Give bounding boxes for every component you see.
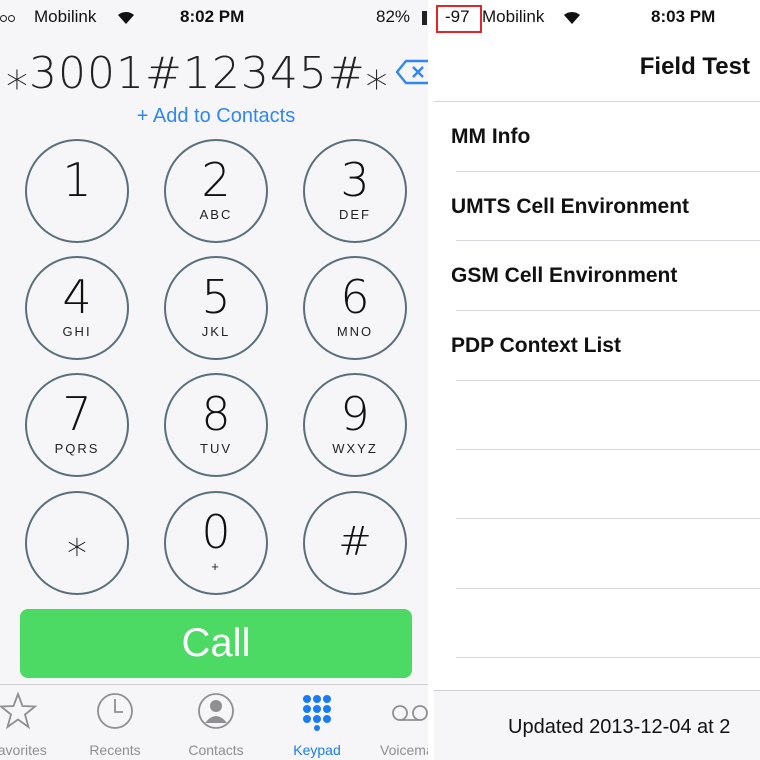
- list-item-umts-cell[interactable]: UMTS Cell Environment: [451, 195, 689, 219]
- battery-percent: 82%: [376, 7, 411, 26]
- key-digit: 1: [62, 153, 92, 207]
- key-digit: 2: [201, 153, 231, 207]
- divider: [456, 240, 760, 241]
- updated-timestamp: Updated 2013-12-04 at 2: [508, 716, 731, 738]
- key-9[interactable]: 9 WXYZ: [303, 373, 407, 477]
- key-letters: PQRS: [54, 441, 100, 456]
- key-letters: WXYZ: [332, 441, 378, 456]
- footer-bar: Updated 2013-12-04 at 2: [434, 690, 760, 760]
- key-letters: ABC: [199, 207, 233, 222]
- key-letters: DEF: [339, 207, 371, 222]
- key-digit: 4: [62, 270, 92, 324]
- divider: [456, 518, 760, 519]
- dialed-number: ⁎3001#12345#⁎: [6, 48, 389, 99]
- divider: [434, 101, 760, 102]
- carrier-name: Mobilink: [482, 7, 545, 26]
- status-bar: -97 Mobilink 8:03 PM: [434, 0, 760, 36]
- key-7[interactable]: 7 PQRS: [25, 373, 129, 477]
- divider: [456, 310, 760, 311]
- key-digit: 8: [201, 387, 231, 441]
- key-hash[interactable]: #: [303, 491, 407, 595]
- key-digit: 5: [201, 270, 231, 324]
- key-1[interactable]: 1: [25, 139, 129, 243]
- wifi-icon: [118, 11, 134, 24]
- key-digit: #: [338, 519, 372, 565]
- wifi-icon: [564, 11, 580, 24]
- status-time: 8:03 PM: [651, 7, 716, 26]
- key-digit: 9: [340, 387, 370, 441]
- key-3[interactable]: 3 DEF: [303, 139, 407, 243]
- key-digit: 7: [62, 387, 92, 441]
- divider: [456, 588, 760, 589]
- voicemail-icon: [392, 705, 428, 721]
- key-digit: 0: [201, 505, 231, 559]
- backspace-icon[interactable]: [396, 58, 428, 86]
- list-item-mm-info[interactable]: MM Info: [451, 125, 530, 149]
- key-6[interactable]: 6 MNO: [303, 256, 407, 360]
- list-item-gsm-cell[interactable]: GSM Cell Environment: [451, 264, 677, 288]
- call-button[interactable]: Call: [20, 609, 412, 678]
- key-star[interactable]: ⁎: [25, 491, 129, 595]
- status-bar: Mobilink 8:02 PM 82%: [0, 0, 428, 36]
- phone-dialer-screen: Mobilink 8:02 PM 82% ⁎3001#12345#⁎ + Add…: [0, 0, 428, 760]
- person-icon: [198, 693, 234, 729]
- key-letters: GHI: [62, 324, 92, 339]
- keypad-icon: [303, 695, 331, 731]
- key-digit: 3: [340, 153, 370, 207]
- field-test-screen: -97 Mobilink 8:03 PM Field Test MM Info …: [434, 0, 760, 760]
- key-2[interactable]: 2 ABC: [164, 139, 268, 243]
- status-time: 8:02 PM: [180, 7, 245, 26]
- carrier-name: Mobilink: [34, 7, 97, 26]
- key-letters: MNO: [336, 324, 374, 339]
- key-digit: 6: [340, 270, 370, 324]
- tab-label: Voicemail: [380, 742, 428, 758]
- divider: [456, 380, 760, 381]
- divider: [456, 171, 760, 172]
- page-title: Field Test: [639, 53, 750, 80]
- key-0[interactable]: 0 +: [164, 491, 268, 595]
- divider: [456, 449, 760, 450]
- star-icon: [0, 691, 38, 730]
- list-item-pdp-context[interactable]: PDP Context List: [451, 334, 621, 358]
- key-4[interactable]: 4 GHI: [25, 256, 129, 360]
- key-5[interactable]: 5 JKL: [164, 256, 268, 360]
- clock-icon: [97, 693, 133, 729]
- signal-highlight-box: [436, 5, 482, 33]
- key-letters: TUV: [200, 441, 232, 456]
- key-8[interactable]: 8 TUV: [164, 373, 268, 477]
- battery-icon: [422, 11, 427, 25]
- key-letters: +: [211, 559, 221, 574]
- key-letters: JKL: [201, 324, 231, 339]
- add-to-contacts-link[interactable]: + Add to Contacts: [0, 105, 428, 128]
- tab-bar: Favorites Recents Contacts Keypad Voice: [0, 684, 428, 760]
- key-digit: ⁎: [67, 519, 87, 565]
- divider: [456, 657, 760, 658]
- signal-strength-icon: [0, 7, 16, 27]
